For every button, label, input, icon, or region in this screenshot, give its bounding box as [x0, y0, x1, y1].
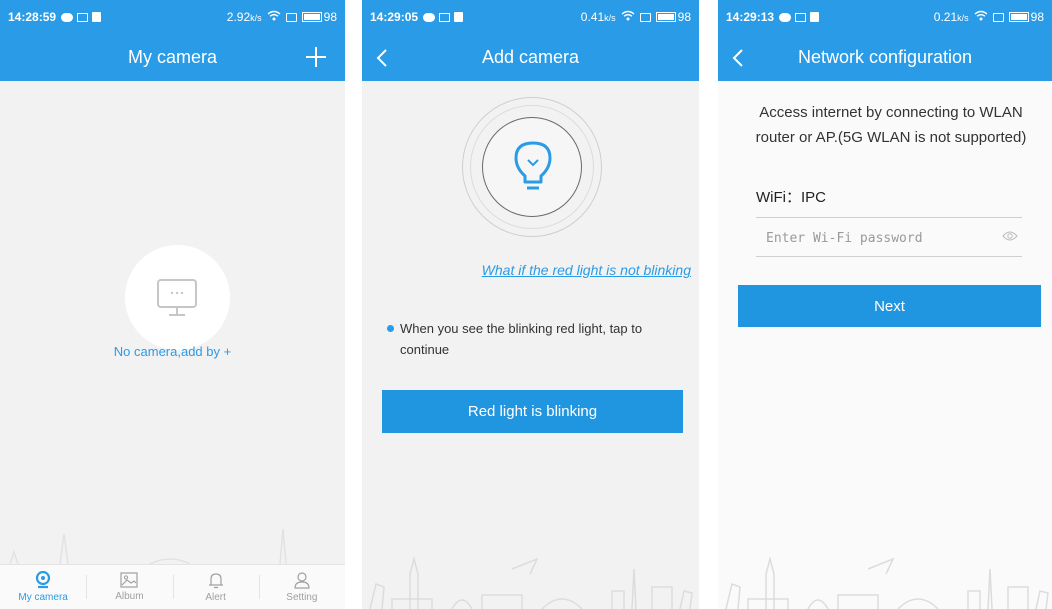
wifi-ssid-label: WiFi：IPC [756, 189, 826, 206]
page-title: Network configuration [797, 47, 973, 67]
tab-label: Album [115, 591, 144, 602]
download-icon [810, 12, 820, 22]
wifi-password-input[interactable] [756, 220, 996, 256]
network-configuration-screen: 14:29:13 0.21k/s 98 Network configuratio… [718, 0, 1052, 609]
image-notification-icon [439, 12, 451, 22]
page-title: Add camera [481, 47, 580, 67]
instruction-text: When you see the blinking red light, tap… [400, 321, 643, 357]
red-light-blinking-button[interactable]: Red light is blinking [382, 390, 683, 433]
wifi-icon [621, 10, 635, 24]
my-camera-screen: 14:28:59 2.92k/s 98 My camera No camera,… [0, 0, 345, 609]
network-speed: 0.21k/s [933, 10, 969, 24]
tab-album[interactable]: Album [86, 565, 172, 609]
tab-label: My camera [18, 592, 68, 603]
bullet-icon [387, 325, 394, 332]
back-icon[interactable] [728, 44, 752, 72]
status-time: 14:29:13 [726, 10, 775, 24]
download-icon [92, 12, 102, 22]
screen-icon [992, 12, 1004, 22]
city-skyline-decoration [9, 528, 287, 564]
eye-icon[interactable] [1002, 229, 1018, 247]
monitor-icon [157, 279, 197, 316]
status-bar: 14:29:05 0.41k/s 98 [362, 0, 699, 34]
next-button[interactable]: Next [738, 285, 1041, 327]
bulb-circle [482, 117, 582, 217]
tab-my-camera[interactable]: My camera [0, 565, 86, 609]
status-bar: 14:28:59 2.92k/s 98 [0, 0, 345, 34]
tab-label: Alert [205, 591, 226, 603]
title-bar: My camera [0, 34, 345, 81]
title-bar: Add camera [362, 34, 699, 81]
back-icon[interactable] [372, 44, 396, 72]
wifi-icon [974, 10, 988, 24]
tab-setting[interactable]: Setting [258, 565, 345, 609]
empty-state-illustration [125, 245, 230, 350]
camera-icon [36, 571, 51, 589]
add-camera-screen: 14:29:05 0.41k/s 98 Add camera What if t [362, 0, 699, 609]
divider [756, 256, 1022, 257]
battery-icon: 98 [301, 10, 337, 24]
empty-state-text: No camera,add by + [113, 344, 232, 359]
image-notification-icon [77, 12, 89, 22]
battery-icon: 98 [655, 10, 691, 24]
bottom-tab-bar: My camera Album Alert Setting [0, 564, 345, 609]
network-speed: 0.41k/s [580, 10, 616, 24]
image-notification-icon [795, 12, 807, 22]
red-light-help-link[interactable]: What if the red light is not blinking [362, 262, 691, 278]
screen-icon [639, 12, 651, 22]
wifi-icon [267, 10, 281, 24]
message-icon [61, 12, 74, 22]
user-icon [294, 571, 310, 589]
plus-icon[interactable] [303, 44, 329, 70]
divider [756, 217, 1022, 218]
battery-icon: 98 [1008, 10, 1044, 24]
bell-icon [208, 572, 223, 588]
tab-label: Setting [286, 591, 318, 603]
network-description: Access internet by connecting to WLAN ro… [755, 104, 1027, 146]
lightbulb-icon [514, 141, 552, 190]
city-skyline-decoration [369, 556, 693, 609]
image-icon [120, 572, 138, 588]
status-time: 14:29:05 [370, 10, 419, 24]
title-bar: Network configuration [718, 34, 1052, 81]
network-speed: 2.92k/s [226, 10, 262, 24]
tab-alert[interactable]: Alert [172, 565, 259, 609]
city-skyline-decoration [725, 556, 1049, 609]
message-icon [423, 12, 436, 22]
page-title: My camera [127, 47, 217, 67]
download-icon [454, 12, 464, 22]
status-bar: 14:29:13 0.21k/s 98 [718, 0, 1052, 34]
status-time: 14:28:59 [8, 10, 57, 24]
instruction-row: When you see the blinking red light, tap… [387, 318, 687, 360]
message-icon [779, 12, 792, 22]
screen-icon [285, 12, 297, 22]
